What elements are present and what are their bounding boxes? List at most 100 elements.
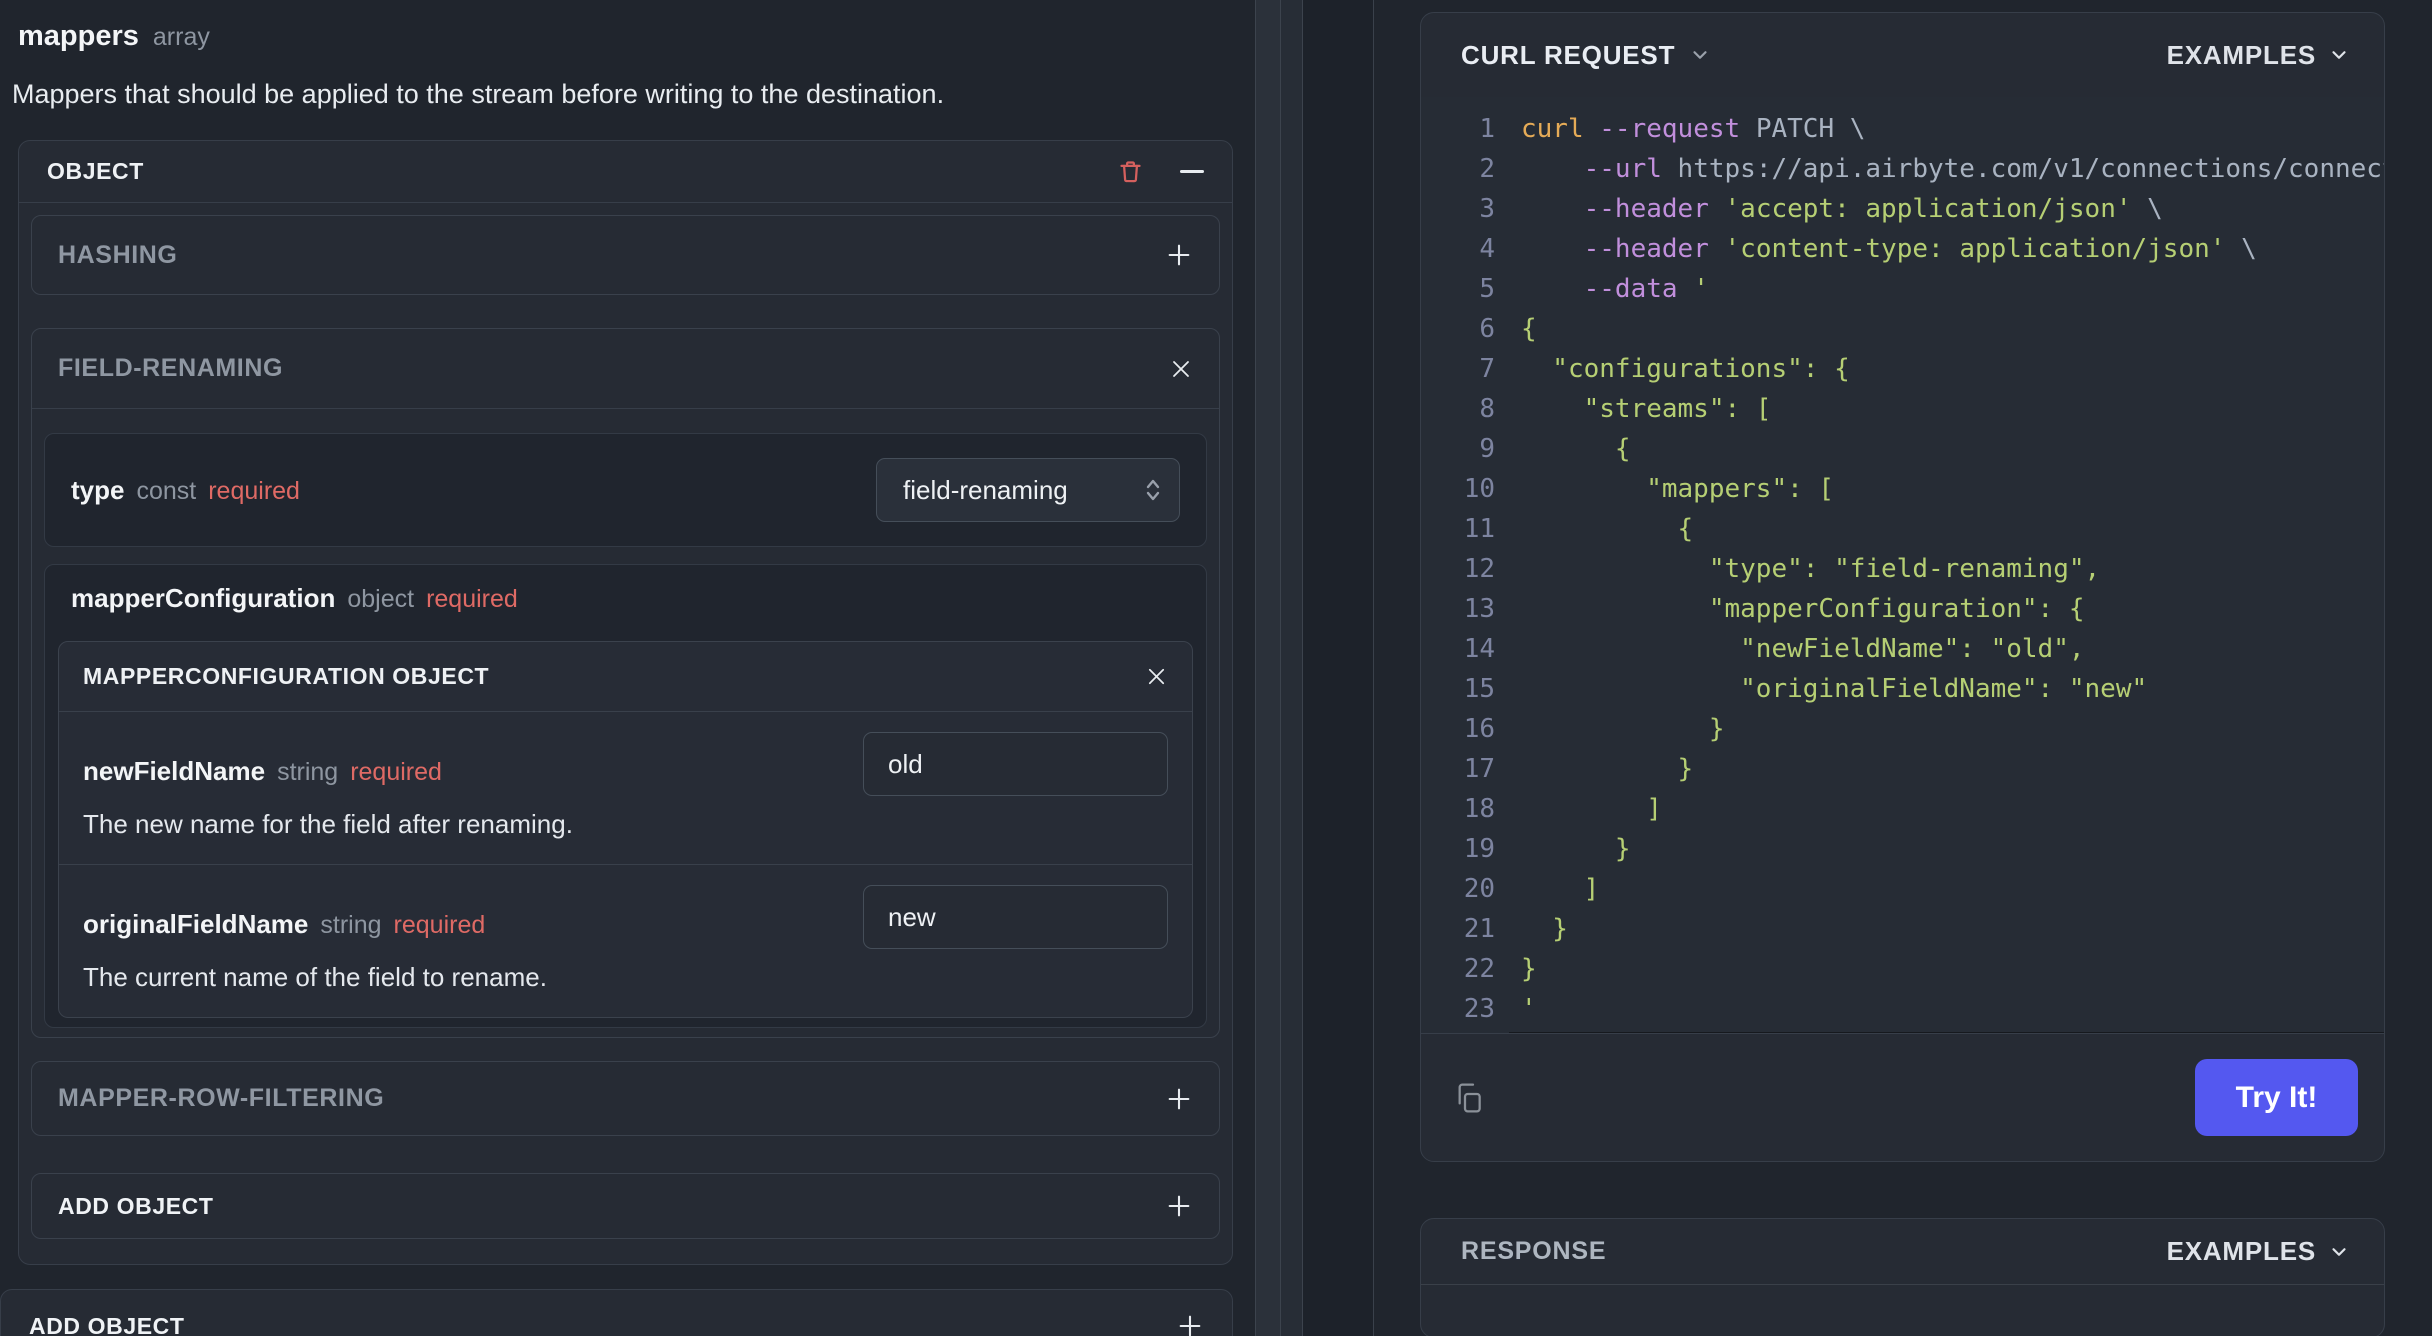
- curl-request-title: CURL REQUEST: [1461, 39, 1676, 70]
- property-name: originalFieldName: [83, 909, 309, 939]
- curl-request-header: CURL REQUEST EXAMPLES: [1421, 13, 2384, 97]
- original-field-name-input[interactable]: [863, 885, 1168, 949]
- required-badge: required: [208, 476, 300, 505]
- type-select[interactable]: field-renaming: [876, 458, 1180, 522]
- column-gutter: [1233, 0, 1420, 1336]
- type-property-row: type const required field-renaming: [44, 433, 1207, 547]
- add-object-outer-row[interactable]: ADD OBJECT: [0, 1289, 1233, 1336]
- delete-object-button[interactable]: [1117, 158, 1144, 185]
- try-it-button[interactable]: Try It!: [2195, 1059, 2358, 1136]
- code-line: 19 }: [1463, 834, 1631, 864]
- plus-icon: [1165, 241, 1193, 269]
- examples-label: EXAMPLES: [2166, 1236, 2316, 1266]
- code-line: 16 }: [1463, 714, 1725, 744]
- code-line: 12 "type": "field-renaming",: [1463, 554, 2101, 584]
- trash-icon: [1117, 158, 1144, 185]
- mapper-configuration-object-header: MAPPERCONFIGURATION OBJECT: [59, 642, 1192, 712]
- object-card: OBJECT HASHING FIELD-RENAMING type const…: [18, 140, 1233, 1265]
- code-line: 7 "configurations": {: [1479, 354, 1850, 384]
- new-field-name-label-row: newFieldName string required: [83, 756, 863, 787]
- required-badge: required: [350, 758, 442, 786]
- gutter-dark-region: [1303, 0, 1373, 1336]
- add-object-label: ADD OBJECT: [58, 1192, 214, 1219]
- request-example-panel: CURL REQUEST EXAMPLES 1 curl --request PA…: [1420, 12, 2385, 1336]
- gutter-stripe: [1281, 0, 1303, 1336]
- plus-icon: [1165, 1085, 1193, 1113]
- required-badge: required: [426, 585, 518, 613]
- code-line: 14 "newFieldName": "old",: [1463, 634, 2085, 664]
- field-description: Mappers that should be applied to the st…: [12, 79, 945, 109]
- plus-icon: [1176, 1312, 1204, 1336]
- code-line: 21 }: [1463, 914, 1568, 944]
- original-field-name-row: originalFieldName string required The cu…: [59, 864, 1192, 1017]
- mapper-row-filtering-label: MAPPER-ROW-FILTERING: [58, 1084, 385, 1112]
- code-line: 4 --header 'content-type: application/js…: [1479, 234, 2257, 264]
- code-line: 3 --header 'accept: application/json' \: [1479, 194, 2163, 224]
- object-card-body: HASHING FIELD-RENAMING type const requir…: [19, 203, 1232, 1264]
- new-field-name-input[interactable]: [863, 732, 1168, 796]
- remove-field-renaming-button[interactable]: [1169, 357, 1193, 381]
- mapper-configuration-object-card: MAPPERCONFIGURATION OBJECT newFieldName …: [58, 641, 1193, 1018]
- chevron-down-icon: [1689, 44, 1711, 66]
- add-object-outer-label: ADD OBJECT: [29, 1312, 185, 1336]
- mapper-row-filtering-section[interactable]: MAPPER-ROW-FILTERING: [31, 1061, 1220, 1136]
- collapse-object-button[interactable]: [1180, 170, 1204, 173]
- request-card-footer: Try It!: [1421, 1033, 2384, 1161]
- copy-code-button[interactable]: [1453, 1082, 1485, 1114]
- field-title-row: mappers array: [18, 20, 1233, 53]
- type-select-value: field-renaming: [903, 474, 1068, 505]
- expand-hashing-button[interactable]: [1165, 241, 1193, 269]
- code-editor[interactable]: 1 curl --request PATCH \ 2 --url https://a…: [1421, 97, 2384, 1033]
- field-type: array: [152, 23, 210, 51]
- response-card: RESPONSE EXAMPLES: [1420, 1218, 2385, 1336]
- horizontal-scrollbar-row: [1421, 1029, 2384, 1033]
- field-name: mappers: [18, 20, 139, 52]
- type-property-label: type const required: [71, 475, 300, 506]
- request-examples-dropdown[interactable]: EXAMPLES: [2167, 40, 2350, 71]
- add-object-inner-row[interactable]: ADD OBJECT: [31, 1173, 1220, 1239]
- field-renaming-label: FIELD-RENAMING: [58, 354, 284, 382]
- select-stepper-icon: [1141, 476, 1165, 504]
- property-kind: string: [277, 758, 339, 786]
- code-line: 20 ]: [1463, 874, 1600, 904]
- code-line: 18 ]: [1463, 794, 1662, 824]
- response-title: RESPONSE: [1461, 1237, 1607, 1265]
- property-kind: const: [136, 476, 197, 505]
- remove-mapper-configuration-button[interactable]: [1145, 665, 1168, 688]
- property-description: The current name of the field to rename.: [83, 962, 547, 992]
- required-badge: required: [393, 911, 486, 939]
- object-card-title: OBJECT: [47, 158, 144, 184]
- expand-mapper-row-filtering-button[interactable]: [1165, 1085, 1193, 1113]
- left-panel-scrollbar-gutter[interactable]: [1255, 0, 1281, 1336]
- chevron-down-icon: [2328, 44, 2350, 66]
- horizontal-scrollbar-track[interactable]: [1509, 1032, 2384, 1033]
- request-language-dropdown[interactable]: CURL REQUEST: [1461, 40, 1711, 71]
- code-line: 11 {: [1463, 514, 1694, 544]
- close-icon: [1169, 357, 1193, 381]
- field-renaming-body: type const required field-renaming mappe…: [32, 409, 1219, 1037]
- original-field-name-info: originalFieldName string required The cu…: [83, 885, 863, 993]
- code-line: 22}: [1463, 954, 1537, 984]
- mapper-configuration-object-title: MAPPERCONFIGURATION OBJECT: [83, 663, 490, 689]
- code-line: 6{: [1479, 314, 1537, 344]
- code-line: 2 --url https://api.airbyte.com/v1/conne…: [1479, 154, 2384, 184]
- hashing-section[interactable]: HASHING: [31, 215, 1220, 295]
- code-line: 8 "streams": [: [1479, 394, 1772, 424]
- hashing-label: HASHING: [58, 240, 178, 269]
- curl-request-card: CURL REQUEST EXAMPLES 1 curl --request PA…: [1420, 12, 2385, 1162]
- original-field-name-label-row: originalFieldName string required: [83, 909, 863, 940]
- response-header: RESPONSE EXAMPLES: [1421, 1219, 2384, 1285]
- chevron-down-icon: [2328, 1241, 2350, 1263]
- add-object-outer-button[interactable]: [1176, 1312, 1204, 1336]
- response-examples-dropdown[interactable]: EXAMPLES: [2167, 1236, 2350, 1267]
- property-name: newFieldName: [83, 756, 266, 786]
- property-kind: string: [320, 911, 382, 939]
- code-line: 1 curl --request PATCH \: [1479, 114, 1866, 144]
- mapper-configuration-section: mapperConfiguration object required MAPP…: [44, 564, 1207, 1028]
- code-line: 15 "originalFieldName": "new": [1463, 674, 2148, 704]
- copy-icon: [1453, 1082, 1485, 1114]
- add-object-inner-button[interactable]: [1165, 1192, 1193, 1220]
- field-renaming-section: FIELD-RENAMING type const required field…: [31, 328, 1220, 1038]
- code-line: 9 {: [1479, 434, 1631, 464]
- property-name: mapperConfiguration: [71, 583, 336, 613]
